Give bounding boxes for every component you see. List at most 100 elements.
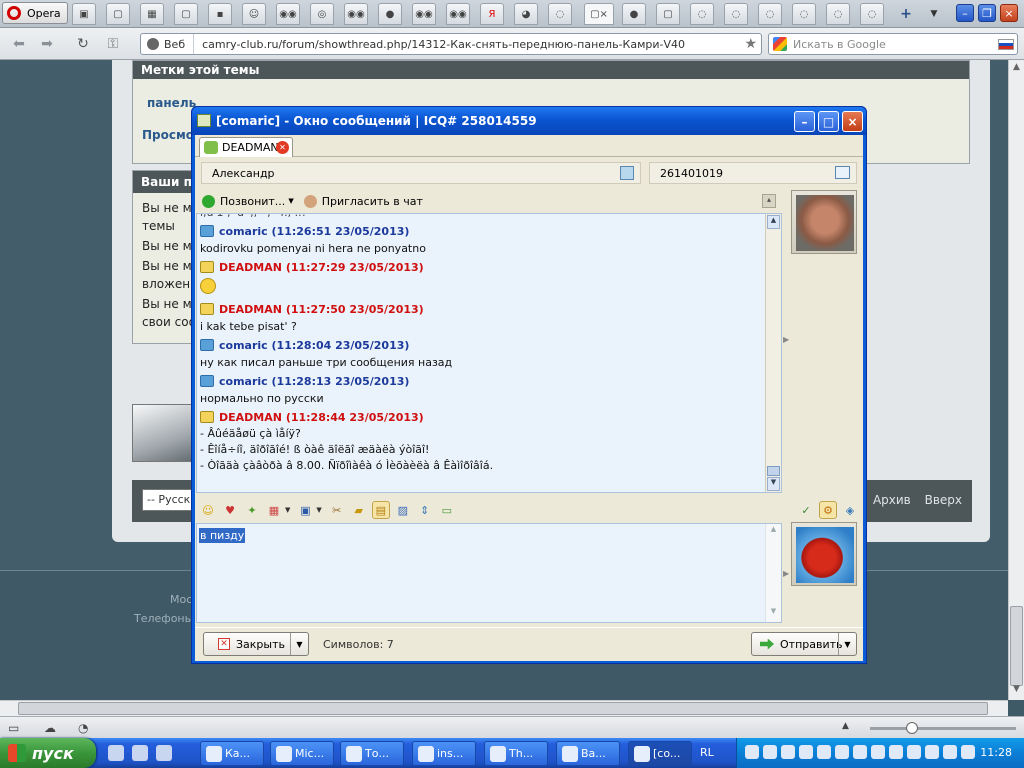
taskbar-button[interactable]: Ка...: [200, 741, 264, 766]
wish-button[interactable]: ✦: [243, 501, 261, 519]
tray-icon[interactable]: [853, 745, 867, 759]
cloud-icon[interactable]: ☁: [44, 721, 58, 735]
speed-dial-icon[interactable]: ◔: [78, 721, 92, 735]
message-input[interactable]: [197, 524, 765, 622]
history-scrollbar[interactable]: ▲ ▼: [765, 214, 781, 492]
history-button[interactable]: ▤: [371, 501, 390, 519]
browser-tab[interactable]: ◌: [690, 3, 714, 25]
call-button[interactable]: Позвонит... ▼: [202, 194, 294, 208]
page-vertical-scrollbar[interactable]: ▲ ▼: [1008, 60, 1024, 700]
collapse-avatar-icon[interactable]: ▶: [783, 569, 789, 578]
page-hscroll-thumb[interactable]: [18, 702, 988, 715]
taskbar-button[interactable]: Ва...: [556, 741, 620, 766]
tray-icon[interactable]: [925, 745, 939, 759]
chevron-down-icon[interactable]: ▼: [285, 506, 290, 514]
collapse-avatar-icon[interactable]: ▶: [783, 335, 789, 344]
tray-icon[interactable]: [871, 745, 885, 759]
page-horizontal-scrollbar[interactable]: [0, 700, 1008, 716]
plugins-button[interactable]: ◈: [841, 501, 859, 519]
tray-icon[interactable]: [835, 745, 849, 759]
message-input-area[interactable]: в пизду ▲ ▼: [196, 523, 782, 623]
footer-link-archive[interactable]: Архив: [873, 493, 911, 507]
minimize-button[interactable]: –: [956, 4, 974, 22]
panel-toggle-icon[interactable]: ▭: [8, 721, 22, 735]
own-avatar[interactable]: [791, 522, 857, 586]
tray-icon[interactable]: [781, 745, 795, 759]
opera-menu-button[interactable]: Opera: [2, 2, 68, 24]
zoom-slider-knob[interactable]: [906, 722, 918, 734]
tray-icon[interactable]: [943, 745, 957, 759]
tray-icon[interactable]: [745, 745, 759, 759]
browser-tab[interactable]: ◎: [310, 3, 334, 25]
scroll-down-icon[interactable]: ▼: [767, 607, 780, 621]
browser-tab[interactable]: ▣: [72, 3, 96, 25]
browser-tab[interactable]: ◉◉: [446, 3, 470, 25]
clock[interactable]: 11:28: [980, 746, 1012, 759]
format-button[interactable]: ✂: [328, 501, 346, 519]
browser-tab[interactable]: ◌: [724, 3, 748, 25]
browser-tab[interactable]: ◉◉: [276, 3, 300, 25]
quicklaunch-icon[interactable]: [108, 745, 124, 761]
browser-tab[interactable]: ◕: [514, 3, 538, 25]
collapse-toolbar-icon[interactable]: ▴: [762, 194, 776, 208]
scroll-up-icon[interactable]: ▲: [767, 215, 780, 229]
close-chat-button[interactable]: ✕ Закрыть ▼: [203, 632, 309, 656]
browser-tab[interactable]: ●: [622, 3, 646, 25]
chat-tab-deadman[interactable]: DEADMAN ✕: [199, 137, 293, 157]
scroll-down-icon[interactable]: ▼: [767, 477, 780, 491]
zoom-arrow-icon[interactable]: ▲: [842, 721, 856, 735]
tab-list-button[interactable]: ▼: [924, 4, 944, 24]
quicklaunch-icon[interactable]: [156, 745, 172, 761]
contact-details-icon[interactable]: [620, 166, 634, 180]
chevron-down-icon[interactable]: ▼: [290, 633, 308, 655]
browser-tab[interactable]: ◉◉: [344, 3, 368, 25]
icq-title-bar[interactable]: [comaric] - Окно сообщений | ICQ# 258014…: [192, 107, 866, 135]
site-info-badge[interactable]: Веб: [141, 34, 195, 54]
wand-button[interactable]: ⚿: [104, 36, 122, 52]
calendar-button[interactable]: ▦: [265, 501, 283, 519]
browser-tab-active[interactable]: ▢×: [584, 3, 614, 25]
browser-tab[interactable]: ◉◉: [412, 3, 436, 25]
tray-icon[interactable]: [961, 745, 975, 759]
save-button[interactable]: ▣: [296, 501, 314, 519]
browser-tab[interactable]: ▢: [656, 3, 680, 25]
language-indicator[interactable]: RL: [700, 746, 714, 759]
size-button[interactable]: ⇕: [416, 501, 434, 519]
page-scroll-thumb[interactable]: [1010, 606, 1023, 686]
taskbar-button[interactable]: Mic...: [270, 741, 334, 766]
send-picture-button[interactable]: ▨: [394, 501, 412, 519]
wink-button[interactable]: ♥: [221, 501, 239, 519]
browser-tab[interactable]: ▢: [106, 3, 130, 25]
restore-button[interactable]: ❐: [978, 4, 996, 22]
scroll-up-icon[interactable]: ▲: [1010, 62, 1023, 76]
chevron-down-icon[interactable]: ▼: [316, 506, 321, 514]
folder-button[interactable]: ▰: [350, 501, 368, 519]
browser-tab[interactable]: ●: [378, 3, 402, 25]
new-tab-button[interactable]: +: [896, 4, 916, 24]
smiley-button[interactable]: ☺: [199, 501, 217, 519]
tray-icon[interactable]: [763, 745, 777, 759]
input-scrollbar[interactable]: ▲ ▼: [765, 524, 781, 622]
footer-link-top[interactable]: Вверх: [925, 493, 962, 507]
taskbar-button[interactable]: Th...: [484, 741, 548, 766]
browser-tab[interactable]: ◌: [792, 3, 816, 25]
tray-icon[interactable]: [817, 745, 831, 759]
close-window-button[interactable]: ×: [1000, 4, 1018, 22]
tag-link[interactable]: панель: [147, 96, 196, 110]
message-history[interactable]: i,u'1 , 'u'',, ' , ' r., ..! comaric (11…: [196, 213, 782, 493]
browser-tab[interactable]: Я: [480, 3, 504, 25]
tray-icon[interactable]: [799, 745, 813, 759]
browser-tab[interactable]: ◌: [860, 3, 884, 25]
icq-close-button[interactable]: ×: [842, 111, 863, 132]
zoom-slider[interactable]: [870, 722, 1016, 734]
invite-to-chat-button[interactable]: Пригласить в чат: [303, 194, 423, 208]
browser-tab[interactable]: ◌: [758, 3, 782, 25]
send-button[interactable]: Отправить ▼: [751, 632, 857, 656]
taskbar-button-active[interactable]: [co...: [628, 741, 692, 766]
browser-tab[interactable]: ▪: [208, 3, 232, 25]
quicklaunch-icon[interactable]: [132, 745, 148, 761]
back-button[interactable]: ⬅: [10, 36, 28, 52]
tray-icon[interactable]: [907, 745, 921, 759]
address-field[interactable]: Веб camry-club.ru/forum/showthread.php/1…: [140, 33, 762, 55]
history-scroll-thumb[interactable]: [767, 466, 780, 476]
